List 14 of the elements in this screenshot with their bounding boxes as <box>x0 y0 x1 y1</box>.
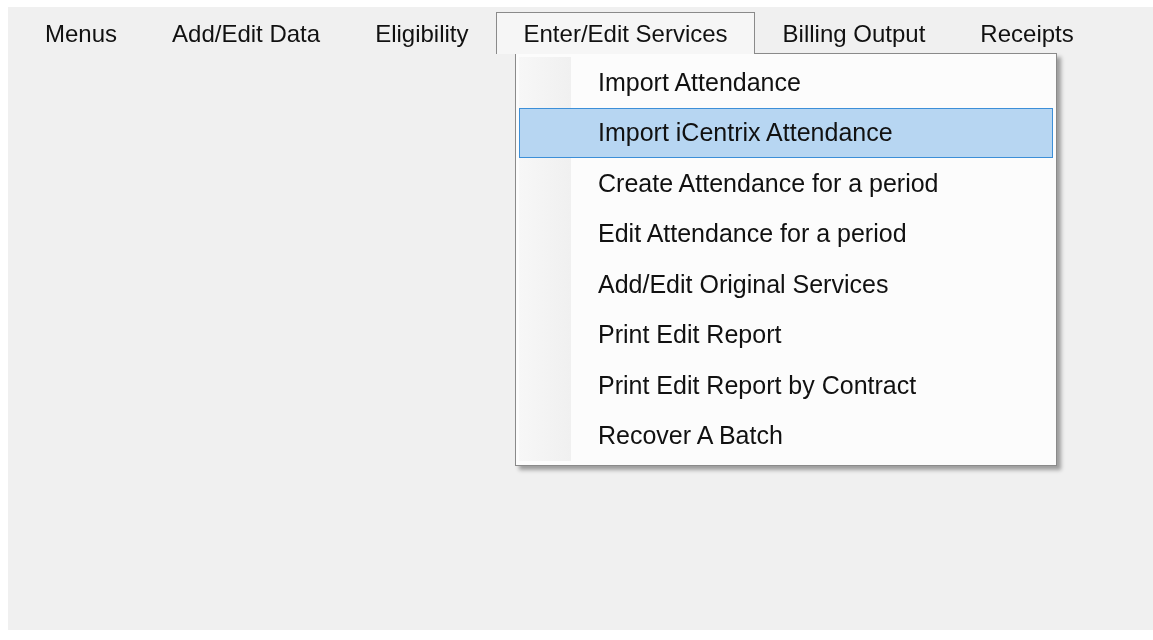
menu-item[interactable]: Print Edit Report <box>519 309 1053 360</box>
menu-item[interactable]: Add/Edit Original Services <box>519 259 1053 310</box>
menu-bar-item[interactable]: Enter/Edit Services <box>495 12 755 54</box>
menu-item[interactable]: Edit Attendance for a period <box>519 208 1053 259</box>
menu-bar-item[interactable]: Add/Edit Data <box>144 12 348 54</box>
menu-item[interactable]: Recover A Batch <box>519 410 1053 461</box>
menu-bar-item[interactable]: Eligibility <box>347 12 496 54</box>
menu-bar-item[interactable]: Receipts <box>952 12 1101 54</box>
menu-item[interactable]: Import Attendance <box>519 57 1053 108</box>
menu-bar-item[interactable]: Menus <box>17 12 145 54</box>
menu-item[interactable]: Import iCentrix Attendance <box>519 107 1053 158</box>
menu-item[interactable]: Print Edit Report by Contract <box>519 360 1053 411</box>
menu-bar-item[interactable]: Billing Output <box>754 12 953 54</box>
menu-item[interactable]: Create Attendance for a period <box>519 158 1053 209</box>
